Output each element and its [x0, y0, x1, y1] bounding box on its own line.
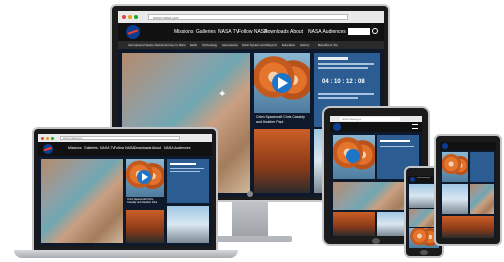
- laptop-base: [14, 250, 238, 258]
- monitor-base: [208, 236, 292, 242]
- maximize-dot-icon[interactable]: [51, 137, 54, 140]
- laptop-nav-downloads[interactable]: Downloads: [134, 146, 151, 150]
- small-tablet-panel: [470, 152, 494, 182]
- address-bar[interactable]: www.nasa.gov: [148, 14, 348, 20]
- tablet-menu-icon[interactable]: [412, 124, 418, 129]
- monitor-logo-icon: [247, 191, 253, 197]
- nav-missions[interactable]: Missions: [174, 29, 193, 35]
- tablet-play-button[interactable]: [346, 149, 360, 163]
- laptop-crew-image[interactable]: [126, 210, 164, 243]
- laptop-nav-audiences[interactable]: NASA Audiences: [164, 146, 190, 150]
- laptop-address-text: www.nasa.gov: [63, 136, 83, 140]
- tablet-address-text: www.nasa.gov: [342, 117, 362, 121]
- tablet-panel-line: [380, 146, 414, 147]
- minimize-dot-icon[interactable]: [46, 137, 49, 140]
- tablet-site-header: [330, 122, 422, 132]
- laptop-nav-missions[interactable]: Missions: [68, 146, 82, 150]
- tablet-crew-image[interactable]: [333, 212, 375, 236]
- laptop-nasa-logo-swoosh: [43, 146, 53, 152]
- subnav-technology[interactable]: Technology: [202, 43, 218, 47]
- phone-nasa-logo[interactable]: [410, 177, 415, 182]
- laptop-panel-line: [170, 168, 204, 169]
- nav-nasa-audiences[interactable]: NASA Audiences: [308, 29, 346, 35]
- laptop-play-icon: [142, 173, 148, 181]
- laptop-video-thumbnail[interactable]: [126, 159, 164, 197]
- nasa-logo[interactable]: [126, 25, 140, 39]
- sub-nav: International Space Station Journey to M…: [118, 41, 384, 49]
- laptop-caption-box: Orion Spacecraft Chris Cassidy and Heath…: [126, 197, 164, 209]
- play-button-circle[interactable]: [272, 73, 292, 93]
- laptop-video-caption[interactable]: Orion Spacecraft Chris Cassidy and Heath…: [127, 198, 163, 204]
- site-header: Missions Galleries NASA TV Follow NASA D…: [118, 23, 384, 41]
- subnav-iss[interactable]: International Space Station: [128, 43, 165, 47]
- countdown-text-line: [318, 63, 374, 65]
- crew-image[interactable]: [254, 129, 310, 193]
- nav-about[interactable]: About: [290, 29, 303, 35]
- browser-toolbar: www.nasa.gov: [118, 11, 384, 23]
- laptop-screen: www.nasa.gov Missions Galleries NASA TV …: [38, 134, 212, 246]
- laptop-site-header: Missions Galleries NASA TV Follow NASA D…: [38, 142, 212, 156]
- tablet-panel-line: [380, 140, 410, 142]
- small-tablet-earth[interactable]: [470, 184, 494, 214]
- nav-downloads[interactable]: Downloads: [264, 29, 289, 35]
- subnav-education[interactable]: Education: [282, 43, 296, 47]
- search-input[interactable]: [348, 28, 370, 35]
- tablet-video-thumbnail[interactable]: [333, 135, 375, 179]
- small-tablet-header: [440, 142, 496, 150]
- laptop-nav-follow[interactable]: Follow NASA: [114, 146, 135, 150]
- search-icon[interactable]: [372, 28, 378, 34]
- subnav-solar-system[interactable]: Solar System and Beyond: [242, 43, 277, 47]
- laptop-nasa-logo[interactable]: [43, 144, 53, 154]
- laptop-browser-toolbar: www.nasa.gov: [38, 134, 212, 142]
- countdown-text-line: [318, 93, 374, 95]
- laptop-nav-galleries[interactable]: Galleries: [84, 146, 98, 150]
- close-dot-icon[interactable]: [122, 15, 126, 19]
- laptop-nav-about[interactable]: About: [152, 146, 161, 150]
- subnav-history[interactable]: History: [300, 43, 310, 47]
- laptop-play-button[interactable]: [137, 170, 151, 184]
- subnav-earth[interactable]: Earth: [190, 43, 198, 47]
- tablet-nasa-logo[interactable]: [333, 123, 341, 131]
- laptop-hero-earth-image[interactable]: [41, 159, 123, 243]
- subnav-aeronautics[interactable]: Aeronautics: [222, 43, 238, 47]
- subnav-benefits[interactable]: Benefits to You: [318, 43, 339, 47]
- small-tablet-launch[interactable]: [442, 184, 468, 214]
- subnav-mars[interactable]: Journey to Mars: [164, 43, 186, 47]
- small-tablet-crew[interactable]: [442, 216, 494, 238]
- minimize-dot-icon[interactable]: [128, 15, 132, 19]
- video-caption-box: Orion Spacecraft Chris Cassidy and Heath…: [254, 113, 310, 127]
- small-tablet-screen: [440, 142, 496, 238]
- tablet-address-bar[interactable]: www.nasa.gov: [340, 117, 400, 121]
- play-icon: [278, 77, 288, 89]
- countdown-text-line: [318, 97, 358, 99]
- laptop-nav-nasa-tv[interactable]: NASA TV: [100, 146, 115, 150]
- countdown-timer: 04 : 10 : 12 : 08: [322, 79, 365, 85]
- laptop-panel-line: [170, 171, 200, 172]
- satellite-icon: ✦: [218, 89, 227, 100]
- nav-galleries[interactable]: Galleries: [196, 29, 216, 35]
- small-tablet-video[interactable]: [442, 152, 468, 182]
- monitor-neck: [232, 202, 268, 238]
- video-thumbnail[interactable]: [254, 53, 310, 113]
- address-text: www.nasa.gov: [153, 15, 179, 20]
- laptop-launch-image[interactable]: [167, 206, 209, 243]
- phone-address-text: www.nasa.gov: [417, 177, 430, 179]
- maximize-dot-icon[interactable]: [134, 15, 138, 19]
- nav-nasa-tv[interactable]: NASA TV: [218, 29, 239, 35]
- laptop-panel-line: [170, 163, 196, 165]
- close-dot-icon[interactable]: [41, 137, 44, 140]
- laptop-info-panel: [167, 159, 209, 203]
- laptop-address-bar[interactable]: www.nasa.gov: [60, 136, 180, 140]
- tablet-home-button[interactable]: [372, 238, 380, 244]
- nasa-logo-swoosh: [127, 29, 139, 35]
- countdown-text-line: [318, 67, 368, 69]
- countdown-heading-placeholder: [318, 57, 348, 60]
- phone-home-button[interactable]: [420, 250, 428, 255]
- video-caption[interactable]: Orion Spacecraft Chris Cassidy and Heath…: [256, 115, 310, 124]
- small-tablet-nasa-logo[interactable]: [442, 143, 448, 149]
